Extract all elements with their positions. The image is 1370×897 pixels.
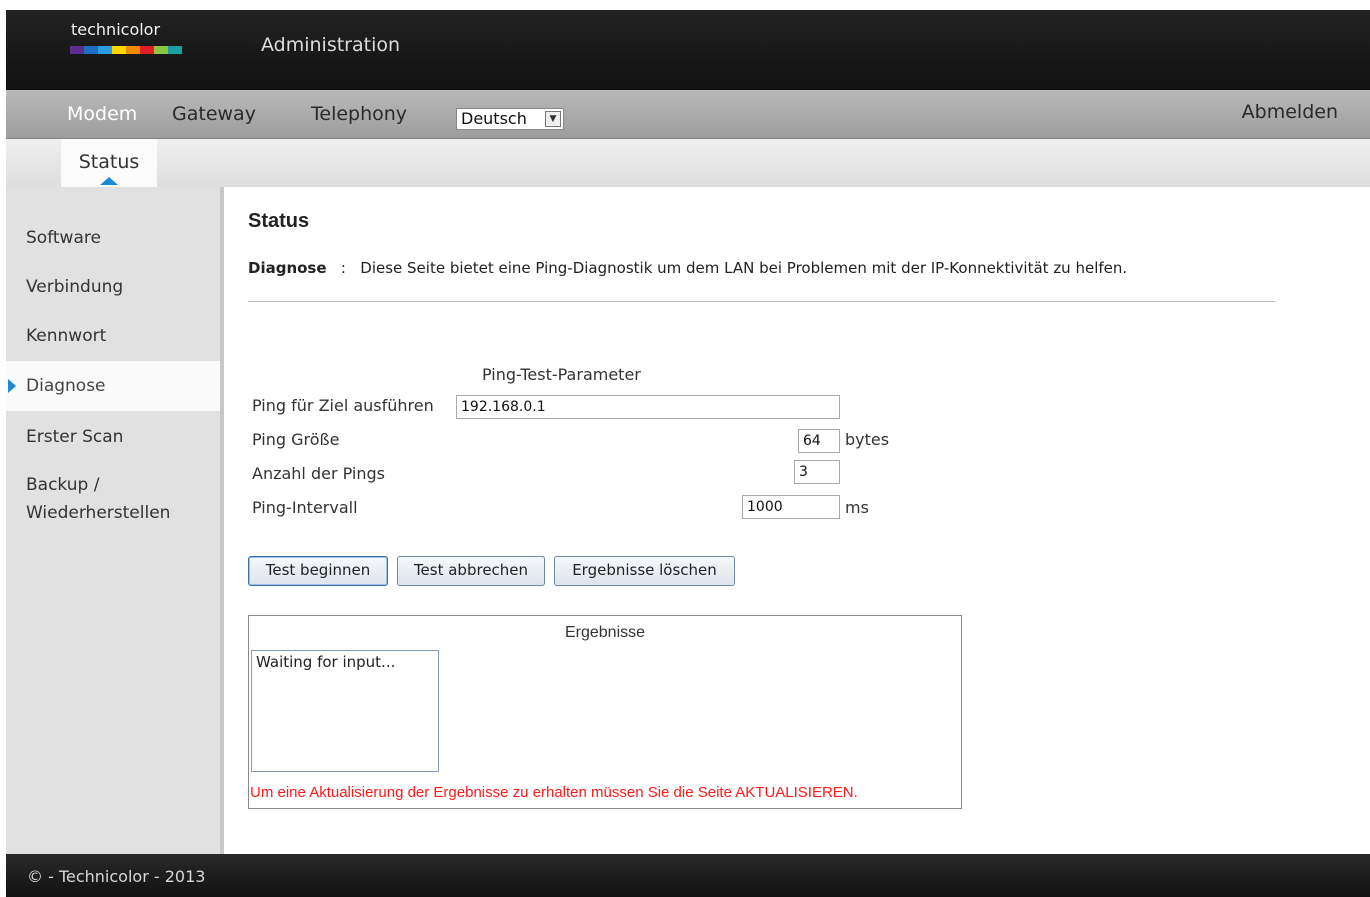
ping-parameters-heading: Ping-Test-Parameter: [482, 365, 641, 384]
ping-interval-label: Ping-Intervall: [252, 498, 358, 517]
ping-count-label: Anzahl der Pings: [252, 464, 385, 483]
results-textarea[interactable]: Waiting for input...: [251, 650, 439, 772]
sidebar-item-erster-scan[interactable]: Erster Scan: [26, 423, 123, 451]
logo-stripe: [168, 46, 182, 54]
ping-target-input[interactable]: 192.168.0.1: [456, 395, 840, 419]
logo-stripe: [70, 46, 84, 54]
nav-item-telephony[interactable]: Telephony: [311, 103, 407, 125]
logo-stripe: [154, 46, 168, 54]
sidebar: Software Verbindung Kennwort Diagnose Er…: [6, 187, 224, 854]
description-separator: :: [340, 259, 346, 277]
caret-right-icon: [8, 379, 16, 393]
chevron-down-icon[interactable]: ▼: [545, 111, 561, 127]
logo-text: technicolor: [71, 20, 161, 39]
ping-target-label: Ping für Ziel ausführen: [252, 396, 434, 415]
language-select[interactable]: Deutsch ▼: [456, 108, 564, 130]
logo-stripe: [112, 46, 126, 54]
top-header: technicolor Administration: [6, 10, 1370, 90]
nav-item-modem[interactable]: Modem: [67, 103, 137, 125]
logo-stripe: [84, 46, 98, 54]
sidebar-item-verbindung[interactable]: Verbindung: [26, 273, 123, 301]
page-title: Status: [248, 210, 310, 232]
main-navigation: Modem Gateway Telephony Deutsch ▼ Abmeld…: [6, 90, 1370, 139]
logo-stripe: [98, 46, 112, 54]
ping-count-input[interactable]: 3: [794, 460, 840, 484]
logo-stripe: [140, 46, 154, 54]
clear-results-button[interactable]: Ergebnisse löschen: [554, 556, 735, 586]
nav-item-gateway[interactable]: Gateway: [172, 103, 256, 125]
results-title: Ergebnisse: [564, 624, 646, 641]
sidebar-item-software[interactable]: Software: [26, 224, 101, 252]
ping-interval-unit: ms: [845, 498, 869, 517]
description-text: Diese Seite bietet eine Ping-Diagnostik …: [360, 259, 1128, 277]
copyright-text: © - Technicolor - 2013: [27, 867, 206, 886]
ping-size-input[interactable]: 64: [798, 429, 840, 453]
tab-status[interactable]: Status: [61, 139, 157, 187]
ping-size-unit: bytes: [845, 430, 890, 449]
sidebar-item-diagnose[interactable]: Diagnose: [26, 372, 106, 400]
ping-size-label: Ping Größe: [252, 430, 340, 449]
start-test-button[interactable]: Test beginnen: [248, 556, 388, 586]
language-value: Deutsch: [461, 109, 527, 128]
sidebar-item-kennwort[interactable]: Kennwort: [26, 322, 106, 350]
sidebar-item-backup[interactable]: Backup / Wiederherstellen: [26, 471, 196, 527]
logout-link[interactable]: Abmelden: [1242, 101, 1338, 123]
logo-stripe: [126, 46, 140, 54]
refresh-note: Um eine Aktualisierung der Ergebnisse zu…: [250, 784, 858, 801]
technicolor-logo[interactable]: technicolor: [70, 20, 190, 56]
tab-status-label: Status: [78, 151, 140, 173]
footer: © - Technicolor - 2013: [6, 854, 1370, 897]
ping-interval-input[interactable]: 1000: [742, 495, 840, 519]
active-tab-caret-icon: [100, 177, 118, 185]
description-label: Diagnose: [248, 259, 327, 277]
sub-navigation: Status: [6, 139, 1370, 187]
logo-color-bar: [70, 46, 182, 54]
page-description: Diagnose : Diese Seite bietet eine Ping-…: [248, 259, 1127, 277]
divider: [248, 301, 1275, 302]
abort-test-button[interactable]: Test abbrechen: [397, 556, 545, 586]
app-title: Administration: [261, 34, 401, 56]
results-panel: Ergebnisse Waiting for input... Um eine …: [248, 615, 962, 809]
